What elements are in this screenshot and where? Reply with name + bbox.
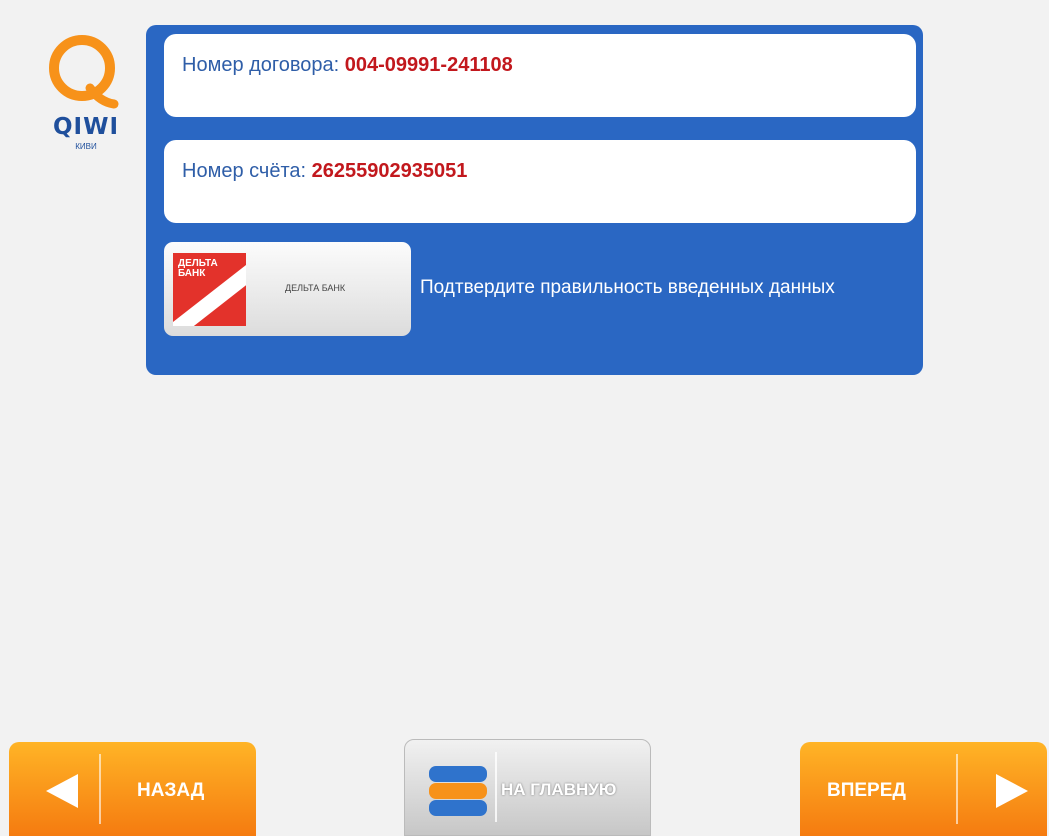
- logo-sub-text: КИВИ: [75, 142, 97, 151]
- account-number-label: Номер счёта:: [182, 160, 307, 182]
- back-button-label: НАЗАД: [137, 780, 205, 801]
- bank-card[interactable]: ДЕЛЬТА БАНК ДЕЛЬТА БАНК: [164, 242, 411, 336]
- delta-bank-logo-text: ДЕЛЬТА БАНК: [178, 258, 218, 279]
- logo-brand-text: QIWI: [52, 114, 120, 140]
- arrow-right-icon: [996, 774, 1028, 808]
- bank-name: ДЕЛЬТА БАНК: [285, 283, 346, 293]
- payment-details-panel: Номер договора: 004-09991-241108 Номер с…: [146, 25, 923, 375]
- account-number-field: Номер счёта: 26255902935051: [164, 140, 916, 223]
- delta-bank-logo: ДЕЛЬТА БАНК: [173, 253, 246, 326]
- qiwi-logo: QIWI КИВИ: [44, 30, 124, 155]
- next-button-label: ВПЕРЕД: [827, 780, 906, 801]
- contract-number-label: Номер договора:: [182, 54, 340, 76]
- back-button-divider: [99, 754, 101, 824]
- next-button[interactable]: ВПЕРЕД: [800, 742, 1047, 836]
- back-button[interactable]: НАЗАД: [9, 742, 256, 836]
- arrow-left-icon: [46, 774, 78, 808]
- confirm-text: Подтвердите правильность введенных данны…: [420, 277, 835, 298]
- next-button-divider: [956, 754, 958, 824]
- home-button[interactable]: НА ГЛАВНУЮ: [404, 739, 651, 836]
- qiwi-q-icon: [49, 35, 119, 109]
- home-button-label: НА ГЛАВНУЮ: [501, 780, 617, 799]
- contract-number-value: 004-09991-241108: [344, 54, 513, 76]
- account-number-value: 26255902935051: [311, 160, 468, 182]
- home-stack-icon: [429, 766, 487, 816]
- contract-number-field: Номер договора: 004-09991-241108: [164, 34, 916, 117]
- home-button-divider: [495, 752, 497, 822]
